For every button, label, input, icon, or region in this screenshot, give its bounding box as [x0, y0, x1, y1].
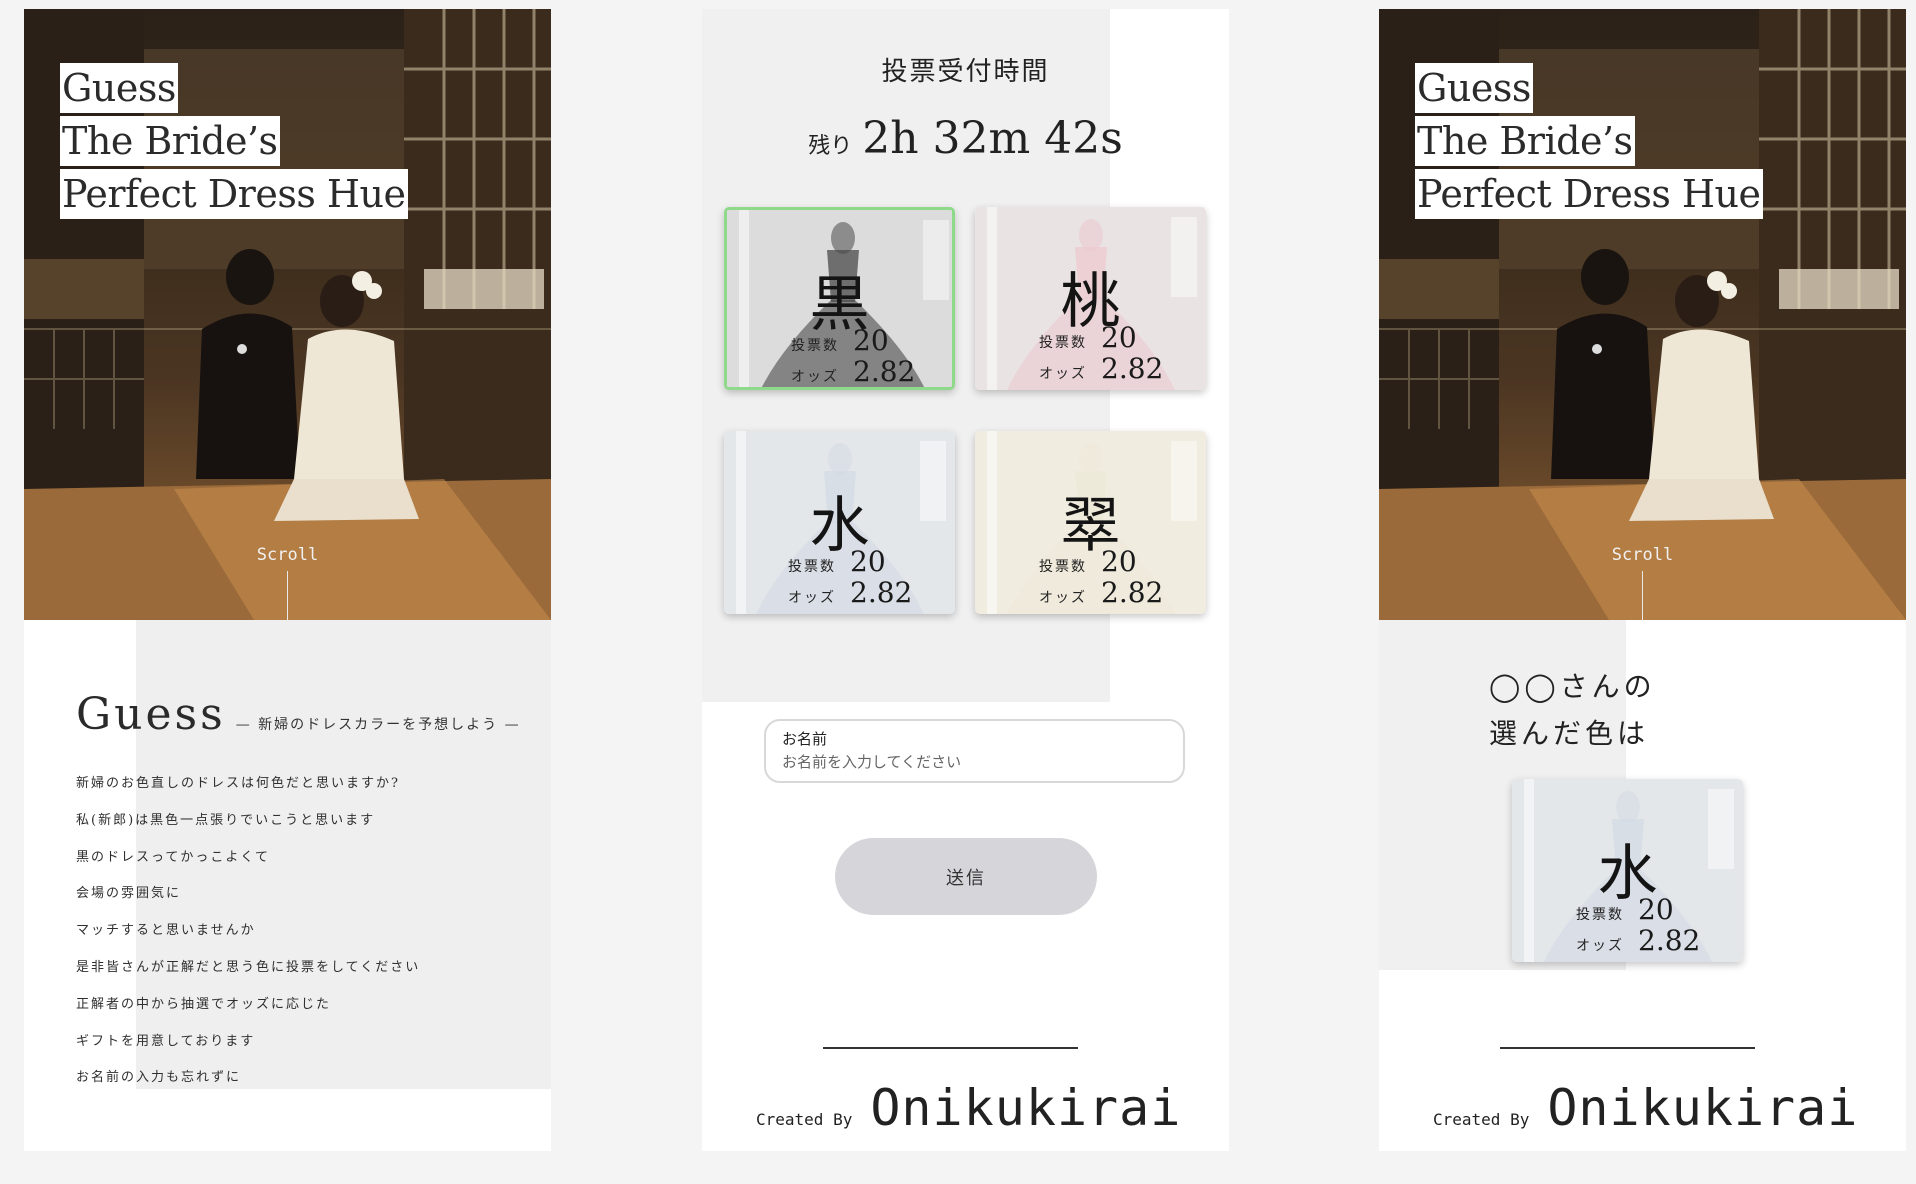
footer-divider [823, 1047, 1078, 1049]
votes-value: 20 [1101, 321, 1137, 354]
odds-label: オッズ [1576, 938, 1624, 954]
hero-title-line: The Bride’s [1415, 116, 1635, 166]
odds-row: オッズ 2.82 [788, 576, 913, 609]
votes-row: 投票数 20 [1039, 321, 1163, 354]
odds-row: オッズ 2.82 [1039, 576, 1164, 609]
color-card-1[interactable]: 黒投票数 20 オッズ 2.82 [724, 207, 955, 390]
hero-section: Guess The Bride’s Perfect Dress Hue Scro… [24, 9, 551, 620]
description-line: お名前の入力も忘れずに [76, 1070, 242, 1086]
card-stats: 投票数 20 オッズ 2.82 [1039, 321, 1164, 385]
hero-title-line: The Bride’s [60, 116, 280, 166]
brand-logo: Onikukirai [1547, 1079, 1859, 1137]
votes-label: 投票数 [1576, 907, 1624, 923]
created-by-label: Created By [1433, 1110, 1530, 1129]
card-stats: 投票数 20 オッズ 2.82 [1576, 893, 1701, 957]
odds-value: 2.82 [1101, 576, 1164, 609]
odds-label: オッズ [791, 369, 839, 385]
description-line: 私(新郎)は黒色一点張りでいこうと思います [76, 812, 376, 828]
hero-title: Guess The Bride’s Perfect Dress Hue [60, 63, 408, 222]
description-line: 新婦のお色直しのドレスは何色だと思いますか? [76, 776, 400, 791]
result-screen: Guess The Bride’s Perfect Dress Hue Scro… [1379, 9, 1906, 1151]
submit-button[interactable]: 送信 [835, 838, 1097, 915]
odds-label: オッズ [1039, 366, 1087, 382]
color-card-4[interactable]: 翠投票数 20 オッズ 2.82 [975, 431, 1206, 614]
odds-value: 2.82 [853, 355, 916, 388]
description-line: 正解者の中から抽選でオッズに応じた [76, 996, 332, 1012]
intro-heading: Guess — 新婦のドレスカラーを予想しよう — [76, 689, 521, 740]
deadline-title: 投票受付時間 [881, 57, 1050, 87]
color-card-2[interactable]: 桃投票数 20 オッズ 2.82 [975, 207, 1206, 390]
description-line: 会場の雰囲気に [76, 886, 182, 902]
countdown: 残り 2h 32m 42s [702, 113, 1229, 164]
votes-label: 投票数 [788, 559, 836, 575]
card-stats: 投票数 20 オッズ 2.82 [788, 545, 913, 609]
result-heading-line: ◯◯さんの [1489, 670, 1656, 703]
countdown-value: 2h 32m 42s [862, 113, 1123, 164]
votes-row: 投票数 20 [1576, 893, 1700, 926]
intro-title: Guess [76, 689, 226, 740]
description-line: 黒のドレスってかっこよくて [76, 849, 270, 865]
hero-section: Guess The Bride’s Perfect Dress Hue Scro… [1379, 9, 1906, 620]
scroll-indicator-line [1642, 571, 1643, 620]
votes-value: 20 [1638, 893, 1674, 926]
votes-label: 投票数 [1039, 559, 1087, 575]
votes-row: 投票数 20 [788, 545, 912, 578]
hero-title: Guess The Bride’s Perfect Dress Hue [1415, 63, 1763, 222]
odds-value: 2.82 [1101, 352, 1164, 385]
odds-label: オッズ [788, 590, 836, 606]
description-line: マッチすると思いませんか [76, 923, 256, 939]
name-label: お名前 [782, 730, 828, 748]
intro-subtitle: — 新婦のドレスカラーを予想しよう — [235, 717, 521, 733]
result-heading-line: 選んだ色は [1489, 717, 1650, 750]
result-heading: ◯◯さんの 選んだ色は [1489, 663, 1656, 757]
scroll-indicator-line [287, 571, 288, 620]
intro-screen: Guess The Bride’s Perfect Dress Hue Scro… [24, 9, 551, 1151]
votes-value: 20 [850, 545, 886, 578]
odds-label: オッズ [1039, 590, 1087, 606]
odds-value: 2.82 [1638, 924, 1701, 957]
votes-label: 投票数 [1039, 335, 1087, 351]
voting-screen: 投票受付時間 残り 2h 32m 42s お名前 送信 Created By On… [702, 9, 1229, 1151]
hero-title-line: Perfect Dress Hue [60, 169, 408, 219]
odds-row: オッズ 2.82 [791, 355, 916, 388]
scroll-indicator-label[interactable]: Scroll [1379, 545, 1906, 565]
votes-label: 投票数 [791, 338, 839, 354]
votes-row: 投票数 20 [1039, 545, 1163, 578]
countdown-prefix: 残り [808, 134, 853, 159]
hero-title-line: Guess [1415, 63, 1533, 113]
footer: Created By Onikukirai [756, 1079, 1181, 1137]
odds-row: オッズ 2.82 [1576, 924, 1701, 957]
hero-title-line: Guess [60, 63, 178, 113]
footer-divider [1500, 1047, 1755, 1049]
description-line: 是非皆さんが正解だと思う色に投票をしてください [76, 959, 421, 975]
card-stats: 投票数 20 オッズ 2.82 [1039, 545, 1164, 609]
votes-value: 20 [1101, 545, 1137, 578]
description-line: ギフトを用意しております [76, 1033, 256, 1049]
name-field[interactable]: お名前 [764, 719, 1185, 783]
card-stats: 投票数 20 オッズ 2.82 [791, 324, 916, 388]
odds-row: オッズ 2.82 [1039, 352, 1164, 385]
scroll-indicator-label[interactable]: Scroll [24, 545, 551, 565]
result-color-card[interactable]: 水投票数 20 オッズ 2.82 [1512, 779, 1743, 962]
odds-value: 2.82 [850, 576, 913, 609]
votes-row: 投票数 20 [791, 324, 915, 357]
footer: Created By Onikukirai [1433, 1079, 1858, 1137]
created-by-label: Created By [756, 1110, 853, 1129]
brand-logo: Onikukirai [870, 1079, 1182, 1137]
name-input[interactable] [782, 753, 1167, 771]
hero-title-line: Perfect Dress Hue [1415, 169, 1763, 219]
votes-value: 20 [853, 324, 889, 357]
intro-description: 新婦のお色直しのドレスは何色だと思いますか? 私(新郎)は黒色一点張りでいこうと… [76, 772, 420, 1103]
color-card-3[interactable]: 水投票数 20 オッズ 2.82 [724, 431, 955, 614]
